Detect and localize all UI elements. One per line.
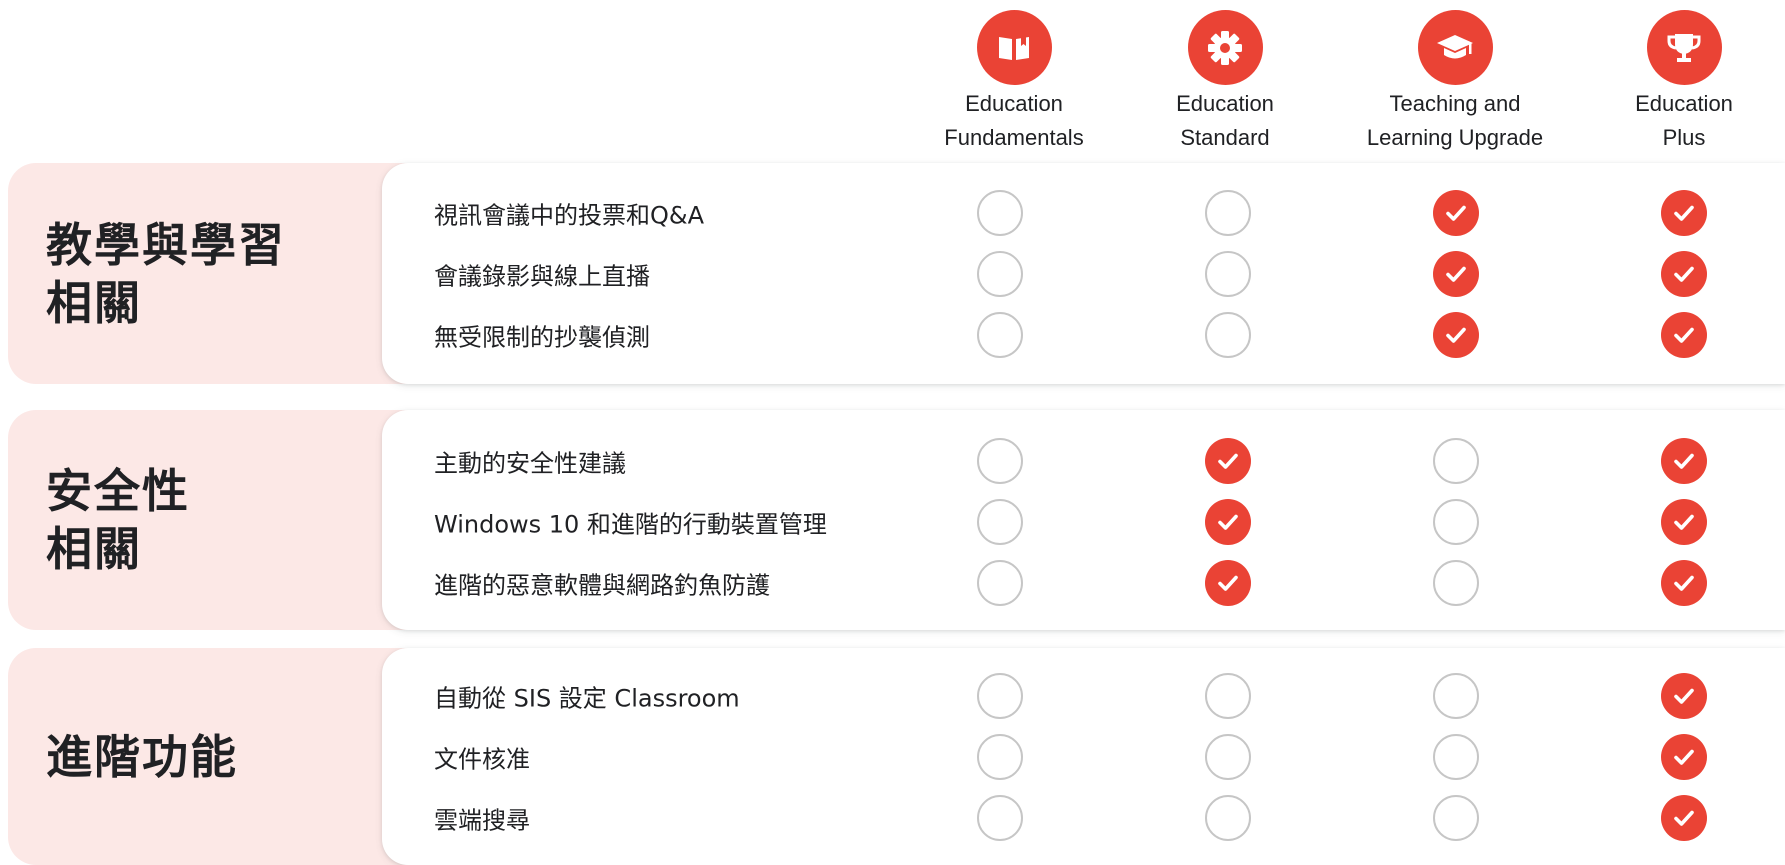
trophy-icon: [1646, 10, 1722, 85]
column-label: Teaching and Learning Upgrade: [1366, 91, 1544, 150]
not-included-mark: [1433, 559, 1479, 606]
column-header-standard: Education Standard: [1115, 10, 1335, 155]
column-header-tlu: Teaching and Learning Upgrade: [1345, 10, 1565, 155]
included-check-mark: [1661, 559, 1707, 606]
feature-label: 會議錄影與線上直播: [434, 262, 650, 290]
included-check-mark: [1433, 250, 1479, 297]
not-included-mark: [1205, 794, 1251, 841]
column-header-plus: Education Plus: [1574, 10, 1785, 155]
feature-row: 無受限制的抄襲偵測: [8, 304, 1785, 365]
feature-label: 無受限制的抄襲偵測: [434, 323, 650, 351]
column-label: Education Plus: [1635, 91, 1733, 150]
section-teaching-learning: 教學與學習 相關 視訊會議中的投票和Q&A 會議錄影與線上直播 無受限制的抄襲偵…: [8, 163, 1785, 384]
not-included-mark: [977, 733, 1023, 780]
column-label: Education Standard: [1176, 91, 1274, 150]
not-included-mark: [977, 498, 1023, 545]
check-icon: [1674, 810, 1694, 826]
feature-row: Windows 10 和進階的行動裝置管理: [8, 491, 1785, 552]
not-included-mark: [977, 672, 1023, 719]
check-icon: [1218, 575, 1238, 591]
not-included-mark: [977, 311, 1023, 358]
not-included-mark: [1433, 437, 1479, 484]
feature-label: 進階的惡意軟體與網路釣魚防護: [434, 571, 770, 599]
included-check-mark: [1661, 794, 1707, 841]
check-icon: [1446, 327, 1466, 343]
included-check-mark: [1661, 437, 1707, 484]
not-included-mark: [977, 794, 1023, 841]
feature-label: 雲端搜尋: [434, 806, 530, 834]
included-check-mark: [1661, 733, 1707, 780]
check-icon: [1674, 266, 1694, 282]
gear-icon: [1187, 10, 1263, 85]
comparison-page: Education Fundamentals Education Standar…: [0, 0, 1785, 865]
check-icon: [1446, 205, 1466, 221]
book-icon: [976, 10, 1052, 85]
included-check-mark: [1433, 311, 1479, 358]
not-included-mark: [1433, 498, 1479, 545]
feature-row: 主動的安全性建議: [8, 430, 1785, 491]
feature-row: 視訊會議中的投票和Q&A: [8, 182, 1785, 243]
column-header-fundamentals: Education Fundamentals: [904, 10, 1124, 155]
feature-label: 視訊會議中的投票和Q&A: [434, 201, 705, 229]
included-check-mark: [1661, 498, 1707, 545]
included-check-mark: [1661, 189, 1707, 236]
feature-label: 主動的安全性建議: [434, 449, 626, 477]
feature-row: 文件核准: [8, 726, 1785, 787]
included-check-mark: [1433, 189, 1479, 236]
column-label: Education Fundamentals: [944, 91, 1084, 150]
feature-row: 雲端搜尋: [8, 787, 1785, 848]
feature-row: 進階的惡意軟體與網路釣魚防護: [8, 552, 1785, 613]
not-included-mark: [1433, 733, 1479, 780]
included-check-mark: [1661, 311, 1707, 358]
not-included-mark: [977, 559, 1023, 606]
section-advanced: 進階功能 自動從 SIS 設定 Classroom 文件核准 雲端搜尋: [8, 648, 1785, 865]
not-included-mark: [1433, 672, 1479, 719]
not-included-mark: [1433, 794, 1479, 841]
feature-label: 自動從 SIS 設定 Classroom: [434, 684, 740, 712]
included-check-mark: [1205, 559, 1251, 606]
check-icon: [1674, 205, 1694, 221]
check-icon: [1674, 327, 1694, 343]
section-security: 安全性 相關 主動的安全性建議 Windows 10 和進階的行動裝置管理 進階…: [8, 410, 1785, 630]
feature-label: 文件核准: [434, 745, 530, 773]
feature-label: Windows 10 和進階的行動裝置管理: [434, 510, 827, 538]
not-included-mark: [1205, 733, 1251, 780]
not-included-mark: [977, 437, 1023, 484]
check-icon: [1674, 688, 1694, 704]
check-icon: [1446, 266, 1466, 282]
feature-row: 會議錄影與線上直播: [8, 243, 1785, 304]
not-included-mark: [977, 250, 1023, 297]
check-icon: [1218, 453, 1238, 469]
check-icon: [1218, 514, 1238, 530]
not-included-mark: [1205, 189, 1251, 236]
included-check-mark: [1205, 437, 1251, 484]
not-included-mark: [1205, 311, 1251, 358]
included-check-mark: [1205, 498, 1251, 545]
check-icon: [1674, 749, 1694, 765]
included-check-mark: [1661, 250, 1707, 297]
not-included-mark: [1205, 250, 1251, 297]
check-icon: [1674, 514, 1694, 530]
not-included-mark: [977, 189, 1023, 236]
not-included-mark: [1205, 672, 1251, 719]
graduation-cap-icon: [1417, 10, 1493, 85]
feature-row: 自動從 SIS 設定 Classroom: [8, 665, 1785, 726]
included-check-mark: [1661, 672, 1707, 719]
check-icon: [1674, 575, 1694, 591]
check-icon: [1674, 453, 1694, 469]
